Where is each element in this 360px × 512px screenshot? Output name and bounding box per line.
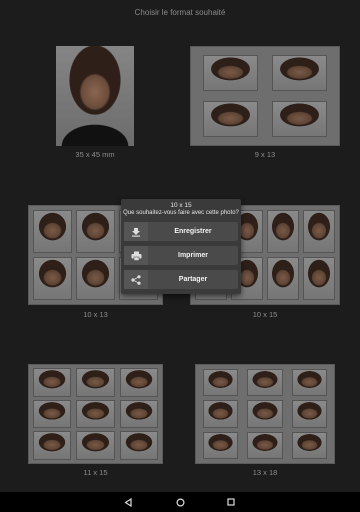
print-button[interactable]: Imprimer: [124, 246, 238, 265]
photo-sheet: [190, 46, 340, 146]
photo-sheet: [195, 364, 335, 464]
printer-icon: [124, 246, 148, 265]
photo-thumb: [291, 369, 327, 397]
photo-thumb: [33, 210, 72, 253]
format-35x45[interactable]: 35 x 45 mm: [0, 0, 190, 160]
format-13x18[interactable]: 13 x 18: [195, 364, 335, 482]
photo-thumb: [247, 400, 283, 428]
format-label: 10 x 15: [252, 310, 278, 319]
download-icon: [124, 222, 148, 241]
save-label: Enregistrer: [174, 228, 212, 235]
format-label: 10 x 13: [83, 310, 108, 319]
dialog-title: 10 x 15: [170, 202, 192, 209]
format-9x13[interactable]: 9 x 13: [190, 0, 340, 160]
format-label: 11 x 15: [83, 468, 108, 477]
photo-thumb: [119, 431, 158, 460]
photo-thumb: [203, 431, 239, 459]
save-button[interactable]: Enregistrer: [124, 222, 238, 241]
photo-thumb: [119, 399, 158, 429]
share-icon: [124, 270, 148, 289]
home-icon[interactable]: [173, 495, 187, 509]
format-label: 13 x 18: [252, 468, 278, 477]
format-11x15[interactable]: 11 x 15: [28, 364, 163, 482]
photo-thumb: [272, 101, 327, 137]
format-label: 35 x 45 mm: [75, 150, 115, 159]
photo-thumb: [291, 400, 327, 428]
photo-thumb: [76, 210, 115, 253]
share-button[interactable]: Partager: [124, 270, 238, 289]
photo-thumb: [203, 400, 239, 428]
photo-thumb: [33, 257, 72, 300]
photo-thumb: [33, 368, 72, 397]
photo-thumb: [303, 210, 335, 253]
photo-thumb: [267, 210, 299, 253]
photo-thumb: [203, 369, 239, 397]
photo-thumb: [76, 431, 115, 460]
photo-thumb: [33, 399, 72, 429]
navigation-bar: [0, 492, 360, 512]
photo-thumb: [267, 257, 299, 300]
back-icon[interactable]: [121, 495, 135, 509]
photo-thumb: [76, 257, 115, 300]
recents-icon[interactable]: [224, 495, 238, 509]
dialog-question: Que souhaitez-vous faire avec cette phot…: [123, 210, 239, 216]
photo-thumb: [76, 399, 115, 429]
print-label: Imprimer: [178, 252, 208, 259]
photo-thumb: [119, 368, 158, 397]
photo-sheet: [28, 364, 163, 464]
single-photo-preview: [56, 46, 134, 146]
photo-thumb: [247, 369, 283, 397]
format-label: 9 x 13: [254, 150, 276, 159]
photo-thumb: [291, 431, 327, 459]
photo-thumb: [76, 368, 115, 397]
photo-thumb: [247, 431, 283, 459]
photo-thumb: [303, 257, 335, 300]
action-dialog: 10 x 15 Que souhaitez-vous faire avec ce…: [121, 199, 241, 294]
photo-thumb: [203, 101, 258, 137]
share-label: Partager: [178, 276, 208, 283]
photo-thumb: [272, 55, 327, 91]
photo-thumb: [203, 55, 258, 91]
photo-thumb: [33, 431, 72, 460]
